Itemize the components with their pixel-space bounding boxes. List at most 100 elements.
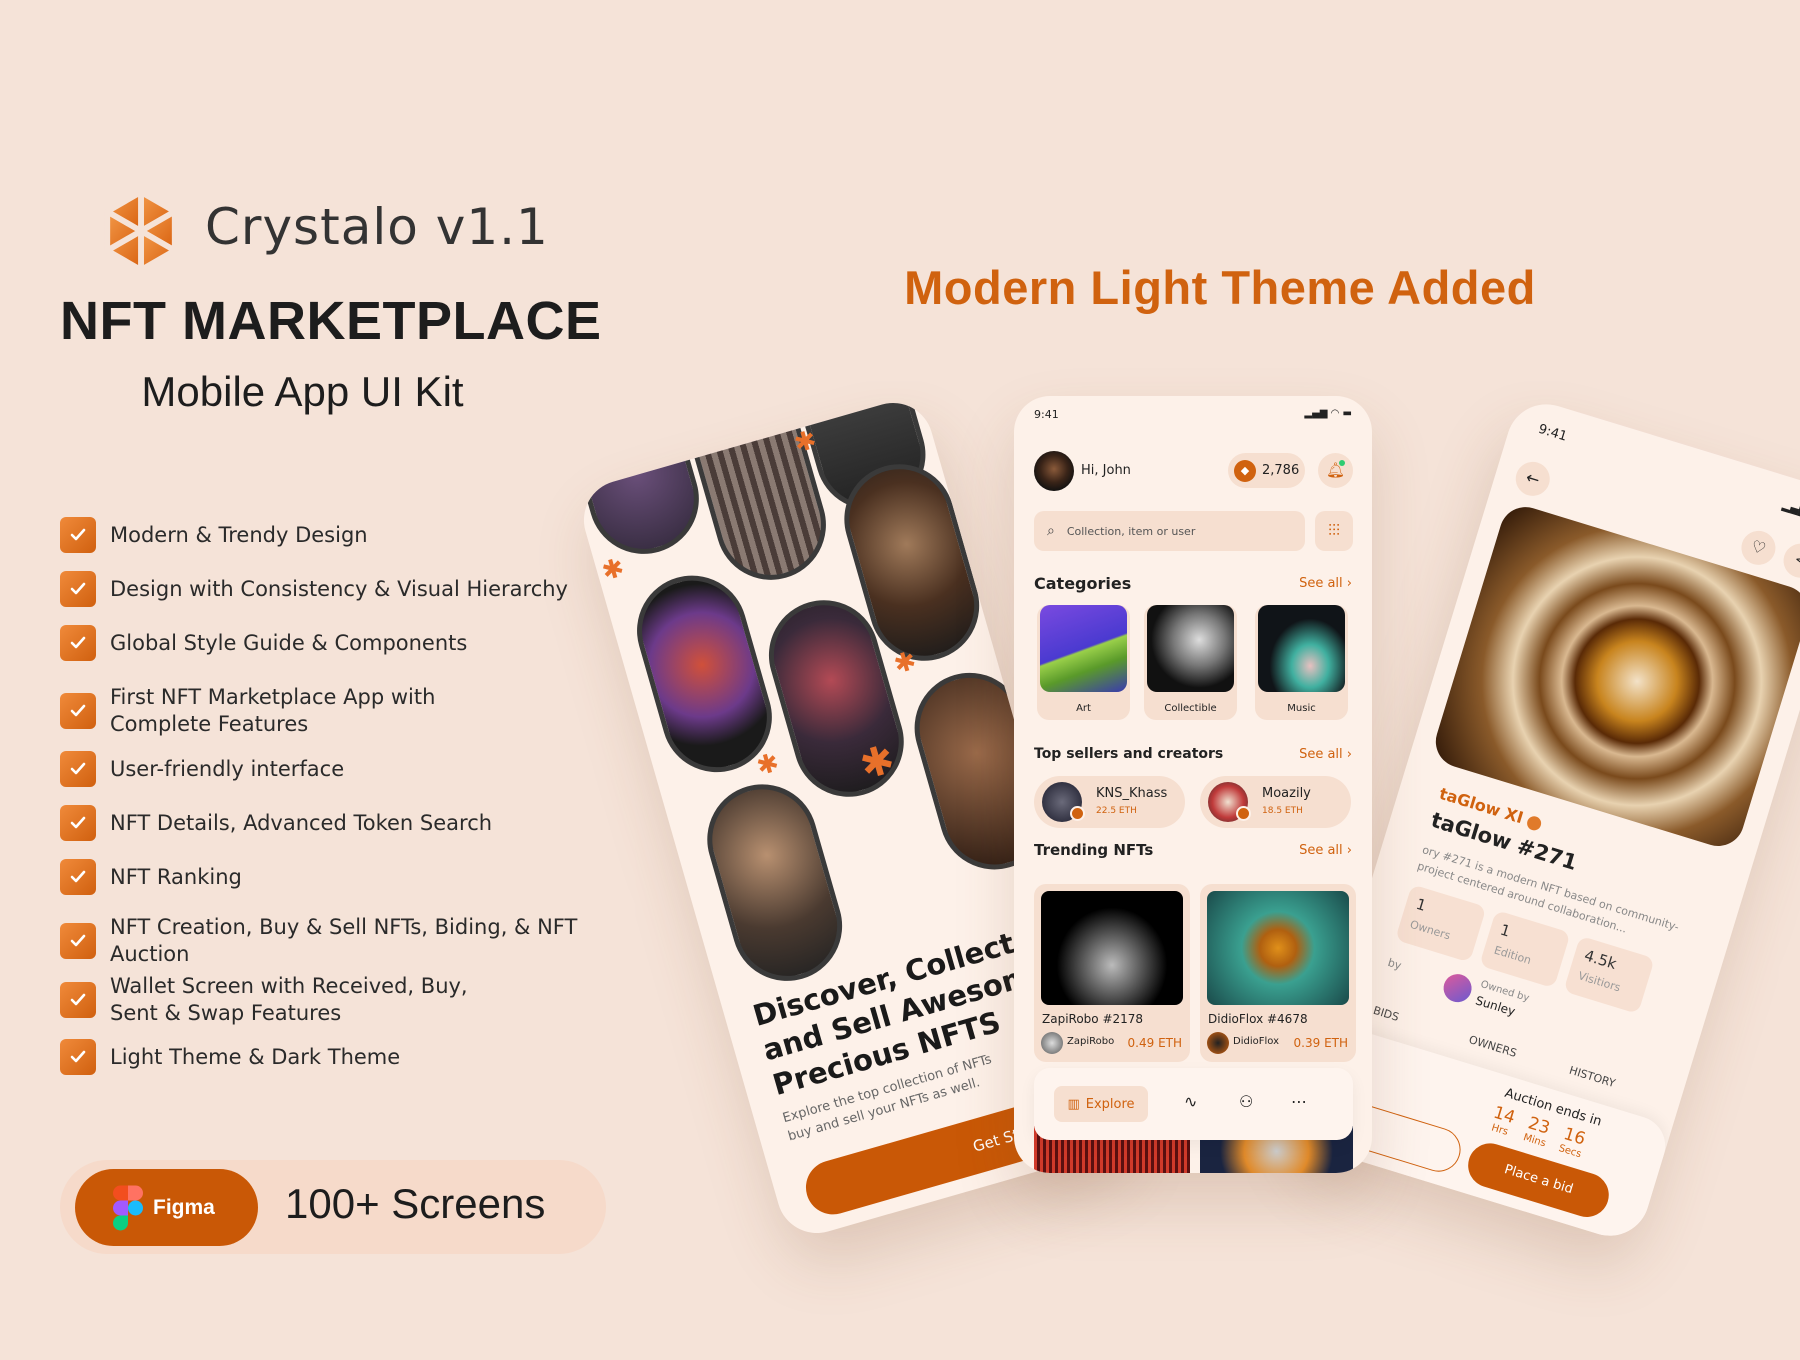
feature-item: Global Style Guide & Components xyxy=(60,625,620,661)
place-bid-label: Place a bid xyxy=(1502,1162,1575,1198)
balance-pill[interactable]: ◆ 2,786 xyxy=(1228,453,1305,488)
owner-avatar xyxy=(1207,1032,1229,1054)
status-time: 9:41 xyxy=(1536,421,1569,445)
category-image xyxy=(1147,605,1234,692)
user-icon: ⚇ xyxy=(1239,1092,1254,1111)
trending-card[interactable]: ZapiRobo #2178 ZapiRobo 0.49 ETH xyxy=(1034,884,1190,1062)
nav-explore[interactable]: ▥ Explore xyxy=(1054,1086,1148,1122)
category-collectible[interactable]: Collectible xyxy=(1144,605,1237,720)
share-button[interactable]: ⋖ xyxy=(1779,539,1800,582)
feature-item: NFT Ranking xyxy=(60,859,620,895)
stat-edition: 1 Edition xyxy=(1479,909,1571,989)
sliders-icon: ⫶⫶⫶ xyxy=(1327,521,1340,540)
category-image xyxy=(1040,605,1127,692)
trending-card[interactable]: DidioFlox #4678 DidioFlox 0.39 ETH xyxy=(1200,884,1356,1062)
bottom-nav: ▥ Explore ∿ ⚇ ⋯ xyxy=(1034,1068,1353,1140)
seller-card[interactable]: KNS_Khass 22.5 ETH xyxy=(1034,776,1185,828)
favorite-button[interactable]: ♡ xyxy=(1737,526,1780,570)
chevron-right-icon: › xyxy=(1346,747,1352,762)
checkbox-checked-icon xyxy=(60,923,96,959)
checkbox-checked-icon xyxy=(60,625,96,661)
back-button[interactable]: ← xyxy=(1511,457,1554,501)
feature-item: NFT Details, Advanced Token Search xyxy=(60,805,620,841)
notifications-button[interactable]: 🔔︎ xyxy=(1318,453,1353,488)
trending-see-all[interactable]: See all › xyxy=(1299,843,1352,858)
category-art[interactable]: Art xyxy=(1037,605,1130,720)
nft-image xyxy=(574,393,712,567)
home-screen: 9:41 ▂▄▆ ◠ ▬ Hi, John ◆ 2,786 🔔︎ ⌕ Colle… xyxy=(1014,396,1372,1173)
status-time: 9:41 xyxy=(1034,408,1059,421)
ethereum-icon: ◆ xyxy=(1234,459,1256,482)
sellers-see-all[interactable]: See all › xyxy=(1299,747,1352,762)
checkbox-checked-icon xyxy=(60,859,96,895)
feature-label: NFT Creation, Buy & Sell NFTs, Biding, &… xyxy=(110,915,578,966)
feature-label: Design with Consistency & Visual Hierarc… xyxy=(110,576,568,601)
checkbox-checked-icon xyxy=(60,517,96,553)
owner-avatar xyxy=(1440,970,1476,1006)
checkbox-checked-icon xyxy=(60,751,96,787)
page-title: NFT MARKETPLACE xyxy=(60,291,602,351)
feature-item: Modern & Trendy Design xyxy=(60,517,620,553)
stat-visitors: 4.5k Visitiors xyxy=(1563,935,1655,1014)
category-music[interactable]: Music xyxy=(1255,605,1348,720)
sparkle-icon: ✱ xyxy=(598,552,628,588)
trending-title: Trending NFTs xyxy=(1034,841,1154,859)
nav-activity[interactable]: ∿ xyxy=(1184,1092,1197,1111)
feature-label: Wallet Screen with Received, Buy, Sent &… xyxy=(110,974,468,1025)
verified-icon xyxy=(1070,806,1085,821)
nft-image xyxy=(1041,891,1183,1005)
feature-label: Light Theme & Dark Theme xyxy=(110,1044,401,1069)
feature-label: Global Style Guide & Components xyxy=(110,630,468,655)
activity-icon: ∿ xyxy=(1184,1092,1198,1111)
checkbox-checked-icon xyxy=(60,1039,96,1075)
checkbox-checked-icon xyxy=(60,805,96,841)
nft-image xyxy=(694,771,856,994)
feature-label: Modern & Trendy Design xyxy=(110,522,368,547)
balance-value: 2,786 xyxy=(1262,463,1300,478)
tab-bids[interactable]: BIDS xyxy=(1372,1004,1401,1024)
tab-owners[interactable]: OWNERS xyxy=(1467,1033,1518,1060)
checkbox-checked-icon xyxy=(60,982,96,1018)
sparkle-icon: ✱ xyxy=(753,747,783,783)
map-icon: ▥ xyxy=(1067,1096,1080,1112)
filter-button[interactable]: ⫶⫶⫶ xyxy=(1315,511,1353,551)
chevron-right-icon: › xyxy=(1346,576,1352,591)
feature-item: Design with Consistency & Visual Hierarc… xyxy=(60,571,620,607)
verified-icon xyxy=(1525,814,1544,832)
nav-more[interactable]: ⋯ xyxy=(1291,1092,1307,1111)
verified-icon xyxy=(1236,806,1251,821)
feature-label: User-friendly interface xyxy=(110,756,345,781)
notification-dot xyxy=(1339,460,1345,466)
nav-profile[interactable]: ⚇ xyxy=(1239,1092,1253,1111)
feature-item: User-friendly interface xyxy=(60,751,620,787)
feature-label: NFT Details, Advanced Token Search xyxy=(110,810,493,835)
heart-icon: ♡ xyxy=(1748,536,1769,559)
feature-label: NFT Ranking xyxy=(110,864,242,889)
figma-button[interactable]: Figma xyxy=(75,1169,258,1246)
feature-item: Light Theme & Dark Theme xyxy=(60,1039,620,1075)
stat-owners: 1 Owners xyxy=(1394,884,1487,963)
chevron-right-icon: › xyxy=(1346,843,1352,858)
share-icon: ⋖ xyxy=(1792,551,1800,571)
feature-item: NFT Creation, Buy & Sell NFTs, Biding, &… xyxy=(60,914,620,968)
tab-history[interactable]: HISTORY xyxy=(1568,1064,1617,1090)
crystalo-logo-icon xyxy=(104,190,178,272)
search-input[interactable]: ⌕ Collection, item or user xyxy=(1034,511,1305,551)
figma-label: Figma xyxy=(153,1195,215,1219)
more-icon: ⋯ xyxy=(1291,1092,1307,1111)
feature-label: First NFT Marketplace App with Complete … xyxy=(110,685,436,736)
checkbox-checked-icon xyxy=(60,571,96,607)
categories-title: Categories xyxy=(1034,574,1132,593)
owner-avatar xyxy=(1041,1032,1063,1054)
feature-item: Wallet Screen with Received, Buy, Sent &… xyxy=(60,973,620,1027)
category-image xyxy=(1258,605,1345,692)
avatar[interactable] xyxy=(1034,451,1074,491)
categories-see-all[interactable]: See all › xyxy=(1299,576,1352,591)
checkbox-checked-icon xyxy=(60,693,96,729)
screens-count: 100+ Screens xyxy=(285,1180,546,1227)
status-icons: ▂▄▆ ◠ ▬ xyxy=(1780,498,1800,526)
arrow-left-icon: ← xyxy=(1523,467,1543,490)
seller-card[interactable]: Moazily 18.5 ETH xyxy=(1200,776,1351,828)
status-icons: ▂▄▆ ◠ ▬ xyxy=(1304,408,1352,419)
greeting: Hi, John xyxy=(1081,463,1131,478)
